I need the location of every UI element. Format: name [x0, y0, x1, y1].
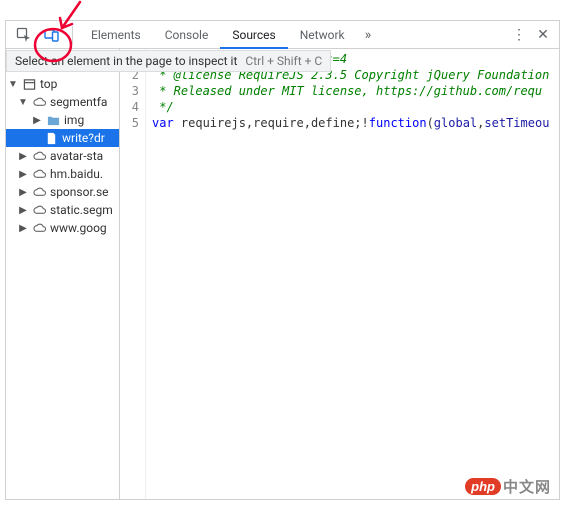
inspect-element-icon[interactable]	[10, 21, 38, 49]
chevron-right-icon: ▶	[18, 205, 28, 216]
code-token: (	[427, 116, 434, 130]
code-token: requirejs,require,define;!	[174, 116, 369, 130]
tree-file-write[interactable]: write?dr	[6, 129, 119, 147]
code-line: */	[152, 100, 174, 114]
tooltip-text: Select an element in the page to inspect…	[15, 54, 237, 68]
code-editor[interactable]: 1 2 3 4 5 /** vim: et:ts=4:sw=4:sts=4 * …	[120, 49, 559, 499]
watermark: php 中文网	[465, 476, 551, 497]
tree-label: segmentfa	[50, 95, 107, 109]
tree-domain-avatar[interactable]: ▶ avatar-sta	[6, 147, 119, 165]
line-gutter: 1 2 3 4 5	[120, 49, 146, 499]
tree-label: sponsor.se	[50, 185, 109, 199]
tooltip-shortcut: Ctrl + Shift + C	[245, 54, 322, 68]
chevron-right-icon: ▶	[18, 151, 28, 162]
tab-sources[interactable]: Sources	[220, 21, 287, 49]
tree-domain-segmentfault[interactable]: ▼ segmentfa	[6, 93, 119, 111]
cloud-icon	[32, 203, 46, 217]
cloud-icon	[32, 167, 46, 181]
more-options-icon[interactable]: ⋮	[507, 27, 531, 43]
code-content[interactable]: /** vim: et:ts=4:sw=4:sts=4 * @license R…	[146, 49, 559, 499]
cloud-icon	[32, 149, 46, 163]
tree-domain-hm[interactable]: ▶ hm.baidu.	[6, 165, 119, 183]
chevron-right-icon: ▶	[32, 115, 42, 126]
chevron-down-icon: ▼	[8, 79, 18, 90]
chevron-right-icon: ▶	[18, 223, 28, 234]
tree-folder-img[interactable]: ▶ img	[6, 111, 119, 129]
tab-network[interactable]: Network	[288, 21, 357, 49]
devtools-panel: Elements Console Sources Network » ⋮ ✕ ▼…	[5, 20, 560, 500]
device-toggle-icon[interactable]	[38, 21, 66, 49]
cloud-icon	[32, 95, 46, 109]
close-devtools-icon[interactable]: ✕	[531, 27, 555, 43]
cloud-icon	[32, 221, 46, 235]
tree-domain-static[interactable]: ▶ static.segm	[6, 201, 119, 219]
tree-label: avatar-sta	[50, 149, 103, 163]
file-icon	[44, 131, 58, 145]
tree-label: hm.baidu.	[50, 167, 103, 181]
devtools-tabbar: Elements Console Sources Network » ⋮ ✕	[6, 21, 559, 49]
tree-label: write?dr	[62, 131, 105, 145]
watermark-badge: php	[465, 478, 501, 495]
folder-icon	[46, 113, 60, 127]
line-number: 5	[120, 115, 139, 131]
tree-label: top	[40, 77, 57, 91]
tree-top-frame[interactable]: ▼ top	[6, 75, 119, 93]
line-number: 3	[120, 83, 139, 99]
code-token: setTimeou	[484, 116, 549, 130]
sources-body: ▼ top ▼ segmentfa ▶ img	[6, 49, 559, 499]
tree-label: www.goog	[50, 221, 107, 235]
watermark-text: 中文网	[503, 476, 551, 497]
tabs-overflow-icon[interactable]: »	[357, 27, 380, 43]
tab-elements[interactable]: Elements	[79, 21, 153, 49]
tree-domain-google[interactable]: ▶ www.goog	[6, 219, 119, 237]
inspect-tooltip: Select an element in the page to inspect…	[6, 50, 331, 72]
code-token: var	[152, 116, 174, 130]
line-number: 4	[120, 99, 139, 115]
tree-domain-sponsor[interactable]: ▶ sponsor.se	[6, 183, 119, 201]
file-navigator[interactable]: ▼ top ▼ segmentfa ▶ img	[6, 49, 120, 499]
tree-label: img	[64, 113, 84, 127]
chevron-down-icon: ▼	[18, 97, 28, 108]
code-token: global	[434, 116, 477, 130]
code-line: * Released under MIT license, https://gi…	[152, 84, 542, 98]
frame-icon	[22, 77, 36, 91]
tab-console[interactable]: Console	[153, 21, 221, 49]
tree-label: static.segm	[50, 203, 113, 217]
chevron-right-icon: ▶	[18, 187, 28, 198]
cloud-icon	[32, 185, 46, 199]
divider	[72, 26, 73, 44]
chevron-right-icon: ▶	[18, 169, 28, 180]
code-token: function	[369, 116, 427, 130]
